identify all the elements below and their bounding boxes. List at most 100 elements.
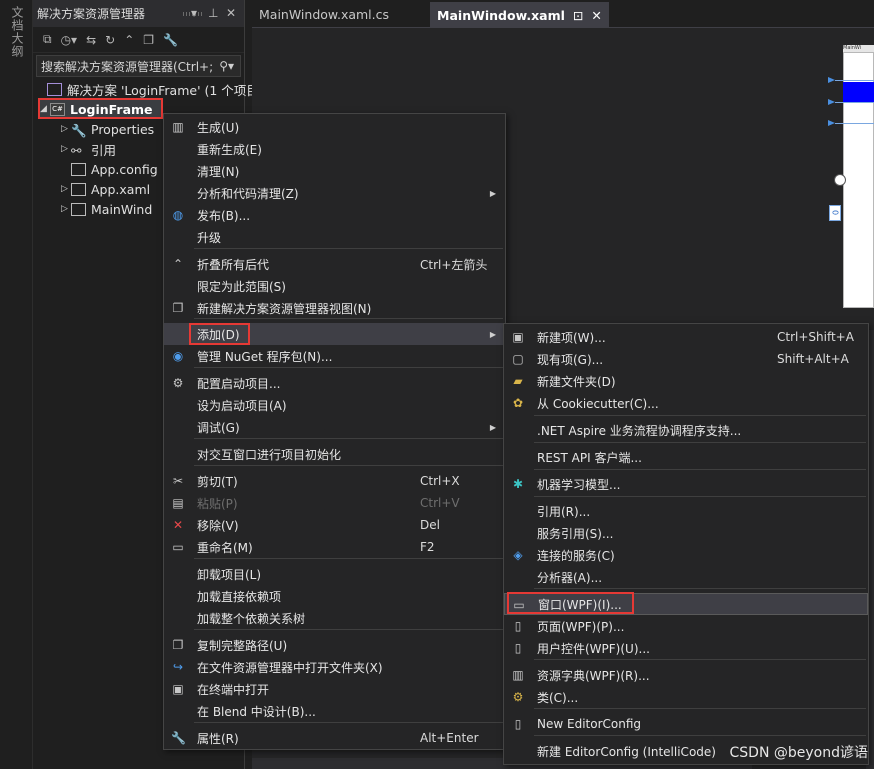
menu-separator [194, 318, 503, 319]
menu-item-label: 连接的服务(C) [537, 548, 615, 563]
menu-separator [534, 442, 866, 443]
designer-handle-icon[interactable] [834, 174, 846, 186]
pin-icon[interactable]: ⊡ [573, 8, 583, 23]
menu-item[interactable]: 分析器(A)... [504, 566, 868, 588]
tree-item-app-config[interactable]: App.config [71, 159, 158, 179]
editor-tabs: MainWindow.xaml.cs MainWindow.xaml ⊡ ✕ [252, 0, 874, 27]
menu-item[interactable]: ▥ 资源字典(WPF)(R)... [504, 664, 868, 686]
menu-item[interactable]: 限定为此范围(S) [164, 275, 505, 297]
tree-item-app-xaml[interactable]: ▷ App.xaml [61, 179, 150, 199]
copy-icon: ❐ [172, 638, 184, 652]
dropdown-icon[interactable]: ▾ [191, 6, 197, 20]
tab-mainwindow-xaml[interactable]: MainWindow.xaml ⊡ ✕ [430, 2, 609, 27]
menu-item[interactable]: ▰ 新建文件夹(D) [504, 370, 868, 392]
menu-item[interactable]: ▢ 现有项(G)... Shift+Alt+A [504, 348, 868, 370]
menu-item[interactable]: ↪ 在文件资源管理器中打开文件夹(X) [164, 656, 505, 678]
menu-item[interactable]: 卸载项目(L) [164, 563, 505, 585]
menu-item[interactable]: 重新生成(E) [164, 138, 505, 160]
menu-item-label: 设为启动项目(A) [197, 398, 287, 413]
menu-item[interactable]: ✿ 从 Cookiecutter(C)... [504, 392, 868, 414]
menu-item[interactable]: ◈ 连接的服务(C) [504, 544, 868, 566]
menu-item[interactable]: ✕ 移除(V) Del [164, 514, 505, 536]
highlight-frame [189, 323, 250, 345]
expand-caret-icon[interactable]: ▷ [61, 144, 71, 154]
menu-item[interactable]: ⚙ 类(C)... [504, 686, 868, 708]
menu-item[interactable]: ◍ 发布(B)... [164, 204, 505, 226]
menu-item[interactable]: ⌃ 折叠所有后代 Ctrl+左箭头 [164, 253, 505, 275]
menu-item[interactable]: 引用(R)... [504, 500, 868, 522]
menu-item[interactable]: ❐ 复制完整路径(U) [164, 634, 505, 656]
menu-item[interactable]: 服务引用(S)... [504, 522, 868, 544]
designer-guide-line [835, 123, 874, 124]
menu-item[interactable]: ✂ 剪切(T) Ctrl+X [164, 470, 505, 492]
sync-icon[interactable]: ⇆ [86, 33, 96, 47]
menu-item[interactable]: 清理(N) [164, 160, 505, 182]
menu-item[interactable]: ▣ 新建项(W)... Ctrl+Shift+A [504, 326, 868, 348]
menu-item[interactable]: ⚙ 配置启动项目... [164, 372, 505, 394]
close-tab-icon[interactable]: ✕ [591, 8, 601, 23]
expand-caret-icon[interactable]: ▷ [61, 204, 71, 214]
tree-item-references[interactable]: ▷ ⚯ 引用 [61, 139, 116, 159]
menu-item[interactable]: ✱ 机器学习模型... [504, 473, 868, 495]
menu-item[interactable]: ▯ New EditorConfig [504, 713, 868, 735]
menu-item-label: 重新生成(E) [197, 142, 262, 157]
designer-blue-element[interactable] [843, 82, 874, 102]
tree-item-label: App.xaml [91, 181, 151, 197]
watermark: CSDN @beyond谚语 [729, 745, 868, 761]
tab-mainwindow-xaml-cs[interactable]: MainWindow.xaml.cs [252, 2, 396, 27]
gear-icon: ⚙ [172, 376, 184, 390]
menu-item[interactable]: 对交互窗口进行项目初始化 [164, 443, 505, 465]
menu-item-shortcut: Ctrl+Shift+A [777, 330, 854, 344]
solution-explorer-titlebar: 解决方案资源管理器 ▾ ⊥ ✕ [33, 0, 244, 27]
menu-item-label: 对交互窗口进行项目初始化 [197, 447, 342, 462]
menu-item[interactable]: ▯ 用户控件(WPF)(U)... [504, 637, 868, 659]
menu-item[interactable]: 加载整个依赖关系树 [164, 607, 505, 629]
close-icon[interactable]: ✕ [226, 6, 236, 20]
highlight-frame [38, 98, 163, 119]
menu-item[interactable]: ▯ 页面(WPF)(P)... [504, 615, 868, 637]
menu-item[interactable]: .NET Aspire 业务流程协调程序支持... [504, 419, 868, 441]
history-icon[interactable]: ◷▾ [61, 33, 78, 47]
collapse-all-icon[interactable]: ⌃ [124, 33, 134, 47]
switch-views-icon[interactable]: ⧉ [43, 32, 52, 47]
build-icon: ▥ [172, 120, 184, 134]
tree-solution[interactable]: 解决方案 'LoginFrame' (1 个项目 [47, 79, 259, 99]
menu-item[interactable]: 在 Blend 中设计(B)... [164, 700, 505, 722]
expand-caret-icon[interactable]: ▷ [61, 184, 71, 194]
menu-item-label: 服务引用(S)... [537, 526, 614, 541]
menu-item[interactable]: ▣ 在终端中打开 [164, 678, 505, 700]
menu-item[interactable]: REST API 客户端... [504, 446, 868, 468]
document-outline-label[interactable]: 文档大纲 [9, 6, 26, 58]
menu-item[interactable]: 调试(G) ▶ [164, 416, 505, 438]
document-outline-strip[interactable]: 文档大纲 [0, 0, 33, 769]
search-icon[interactable]: ⚲▾ [219, 59, 234, 73]
menu-item[interactable]: 设为启动项目(A) [164, 394, 505, 416]
menu-item[interactable]: 分析和代码清理(Z) ▶ [164, 182, 505, 204]
expand-caret-icon[interactable]: ▷ [61, 124, 71, 134]
solution-explorer-search[interactable]: 搜索解决方案资源管理器(Ctrl+; ⚲▾ [36, 55, 241, 77]
show-all-files-icon[interactable]: ❐ [143, 33, 154, 47]
menu-separator [534, 496, 866, 497]
menu-item-label: 限定为此范围(S) [197, 279, 286, 294]
search-input[interactable]: 搜索解决方案资源管理器(Ctrl+; [41, 58, 213, 75]
refresh-icon[interactable]: ↻ [105, 33, 115, 47]
pin-icon[interactable]: ⊥ [208, 6, 218, 20]
menu-item[interactable]: ❐ 新建解决方案资源管理器视图(N) [164, 297, 505, 319]
tree-item-label: MainWind [91, 201, 153, 217]
menu-item[interactable]: 加载直接依赖项 [164, 585, 505, 607]
menu-item-label: 新建解决方案资源管理器视图(N) [197, 301, 372, 316]
menu-item[interactable]: ◉ 管理 NuGet 程序包(N)... [164, 345, 505, 367]
menu-item-label: 新建 EditorConfig (IntelliCode) [537, 744, 716, 759]
new-item-icon: ▣ [512, 330, 524, 344]
menu-item-label: 新建项(W)... [537, 330, 606, 345]
menu-item-label: 机器学习模型... [537, 477, 621, 492]
tree-item-mainwindow[interactable]: ▷ MainWind [61, 199, 152, 219]
tree-item-properties[interactable]: ▷ 🔧 Properties [61, 119, 154, 139]
menu-item-label: 移除(V) [197, 518, 239, 533]
wrench-icon: 🔧 [71, 122, 87, 138]
menu-item[interactable]: 升级 [164, 226, 505, 248]
properties-icon[interactable]: 🔧 [163, 33, 178, 47]
menu-item[interactable]: 🔧 属性(R) Alt+Enter [164, 727, 505, 749]
menu-item[interactable]: ▥ 生成(U) [164, 116, 505, 138]
menu-item[interactable]: ▭ 重命名(M) F2 [164, 536, 505, 558]
